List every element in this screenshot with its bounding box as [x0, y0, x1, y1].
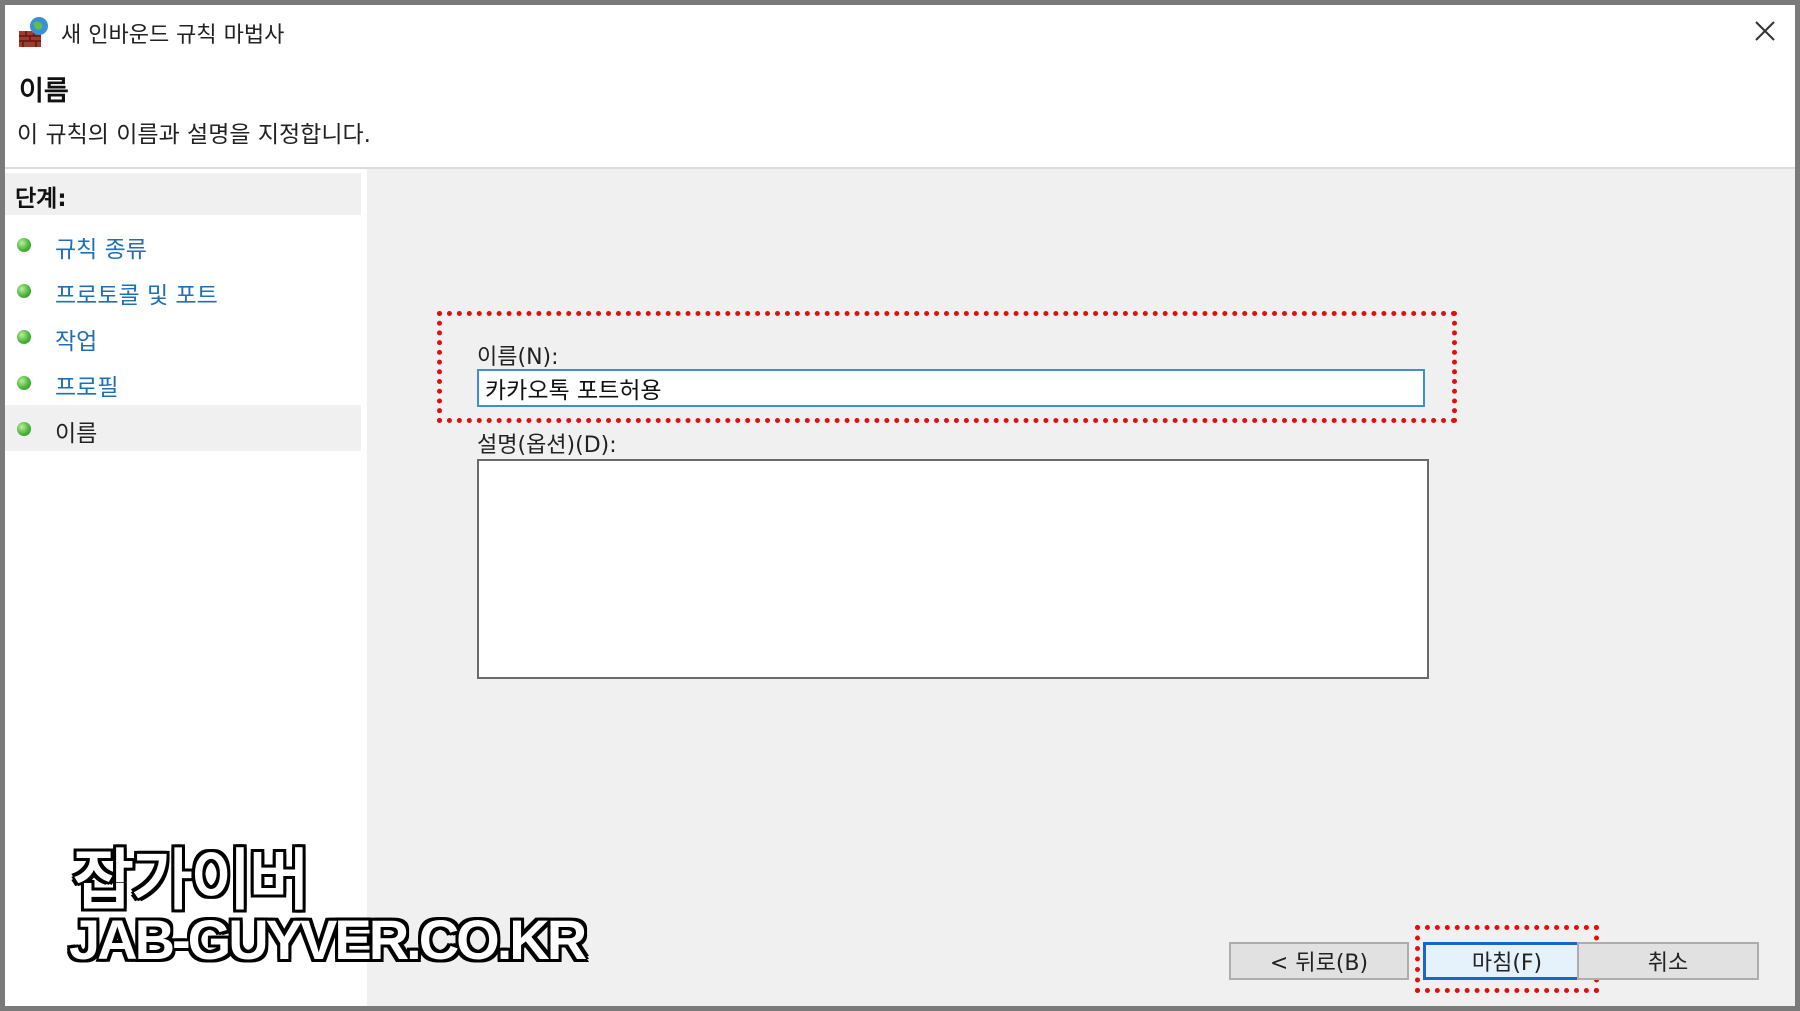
- page-subtitle: 이 규칙의 이름과 설명을 지정합니다.: [17, 122, 371, 148]
- finish-button[interactable]: 마침(F): [1423, 942, 1591, 980]
- wizard-header: 이름 이 규칙의 이름과 설명을 지정합니다.: [5, 57, 1795, 167]
- step-label: 프로토콜 및 포트: [55, 283, 218, 309]
- step-action[interactable]: 작업: [5, 313, 361, 359]
- step-status-dot-icon: [17, 422, 31, 436]
- step-protocol-ports[interactable]: 프로토콜 및 포트: [5, 267, 361, 313]
- name-input[interactable]: [477, 369, 1425, 407]
- title-bar: 새 인바운드 규칙 마법사: [5, 5, 1795, 57]
- step-label: 규칙 종류: [55, 237, 147, 263]
- step-status-dot-icon: [17, 238, 31, 252]
- step-status-dot-icon: [17, 376, 31, 390]
- step-status-dot-icon: [17, 284, 31, 298]
- step-rule-type[interactable]: 규칙 종류: [5, 221, 361, 267]
- step-label: 프로필: [55, 375, 119, 401]
- name-label: 이름(N):: [477, 345, 559, 370]
- step-label: 이름: [55, 421, 98, 447]
- step-profile[interactable]: 프로필: [5, 359, 361, 405]
- steps-heading-label: 단계:: [15, 186, 67, 212]
- description-textarea[interactable]: [477, 459, 1429, 679]
- window-title: 새 인바운드 규칙 마법사: [61, 23, 285, 48]
- step-status-dot-icon: [17, 330, 31, 344]
- step-label: 작업: [55, 329, 98, 355]
- back-button[interactable]: < 뒤로(B): [1229, 942, 1409, 980]
- close-button[interactable]: [1745, 11, 1785, 51]
- watermark-url: JAB-GUYVER.CO.KR: [69, 908, 587, 971]
- wizard-window: 새 인바운드 규칙 마법사 이름 이 규칙의 이름과 설명을 지정합니다. 단계…: [0, 0, 1800, 1011]
- description-label: 설명(옵션)(D):: [477, 433, 617, 458]
- step-name[interactable]: 이름: [5, 405, 361, 451]
- steps-heading: 단계:: [5, 173, 361, 215]
- page-title: 이름: [19, 76, 69, 107]
- close-icon: [1755, 21, 1775, 41]
- main-panel: 이름(N): 설명(옵션)(D): < 뒤로(B) 마침(F) 취소: [373, 169, 1795, 1006]
- firewall-globe-icon: [19, 17, 48, 47]
- cancel-button[interactable]: 취소: [1577, 942, 1759, 980]
